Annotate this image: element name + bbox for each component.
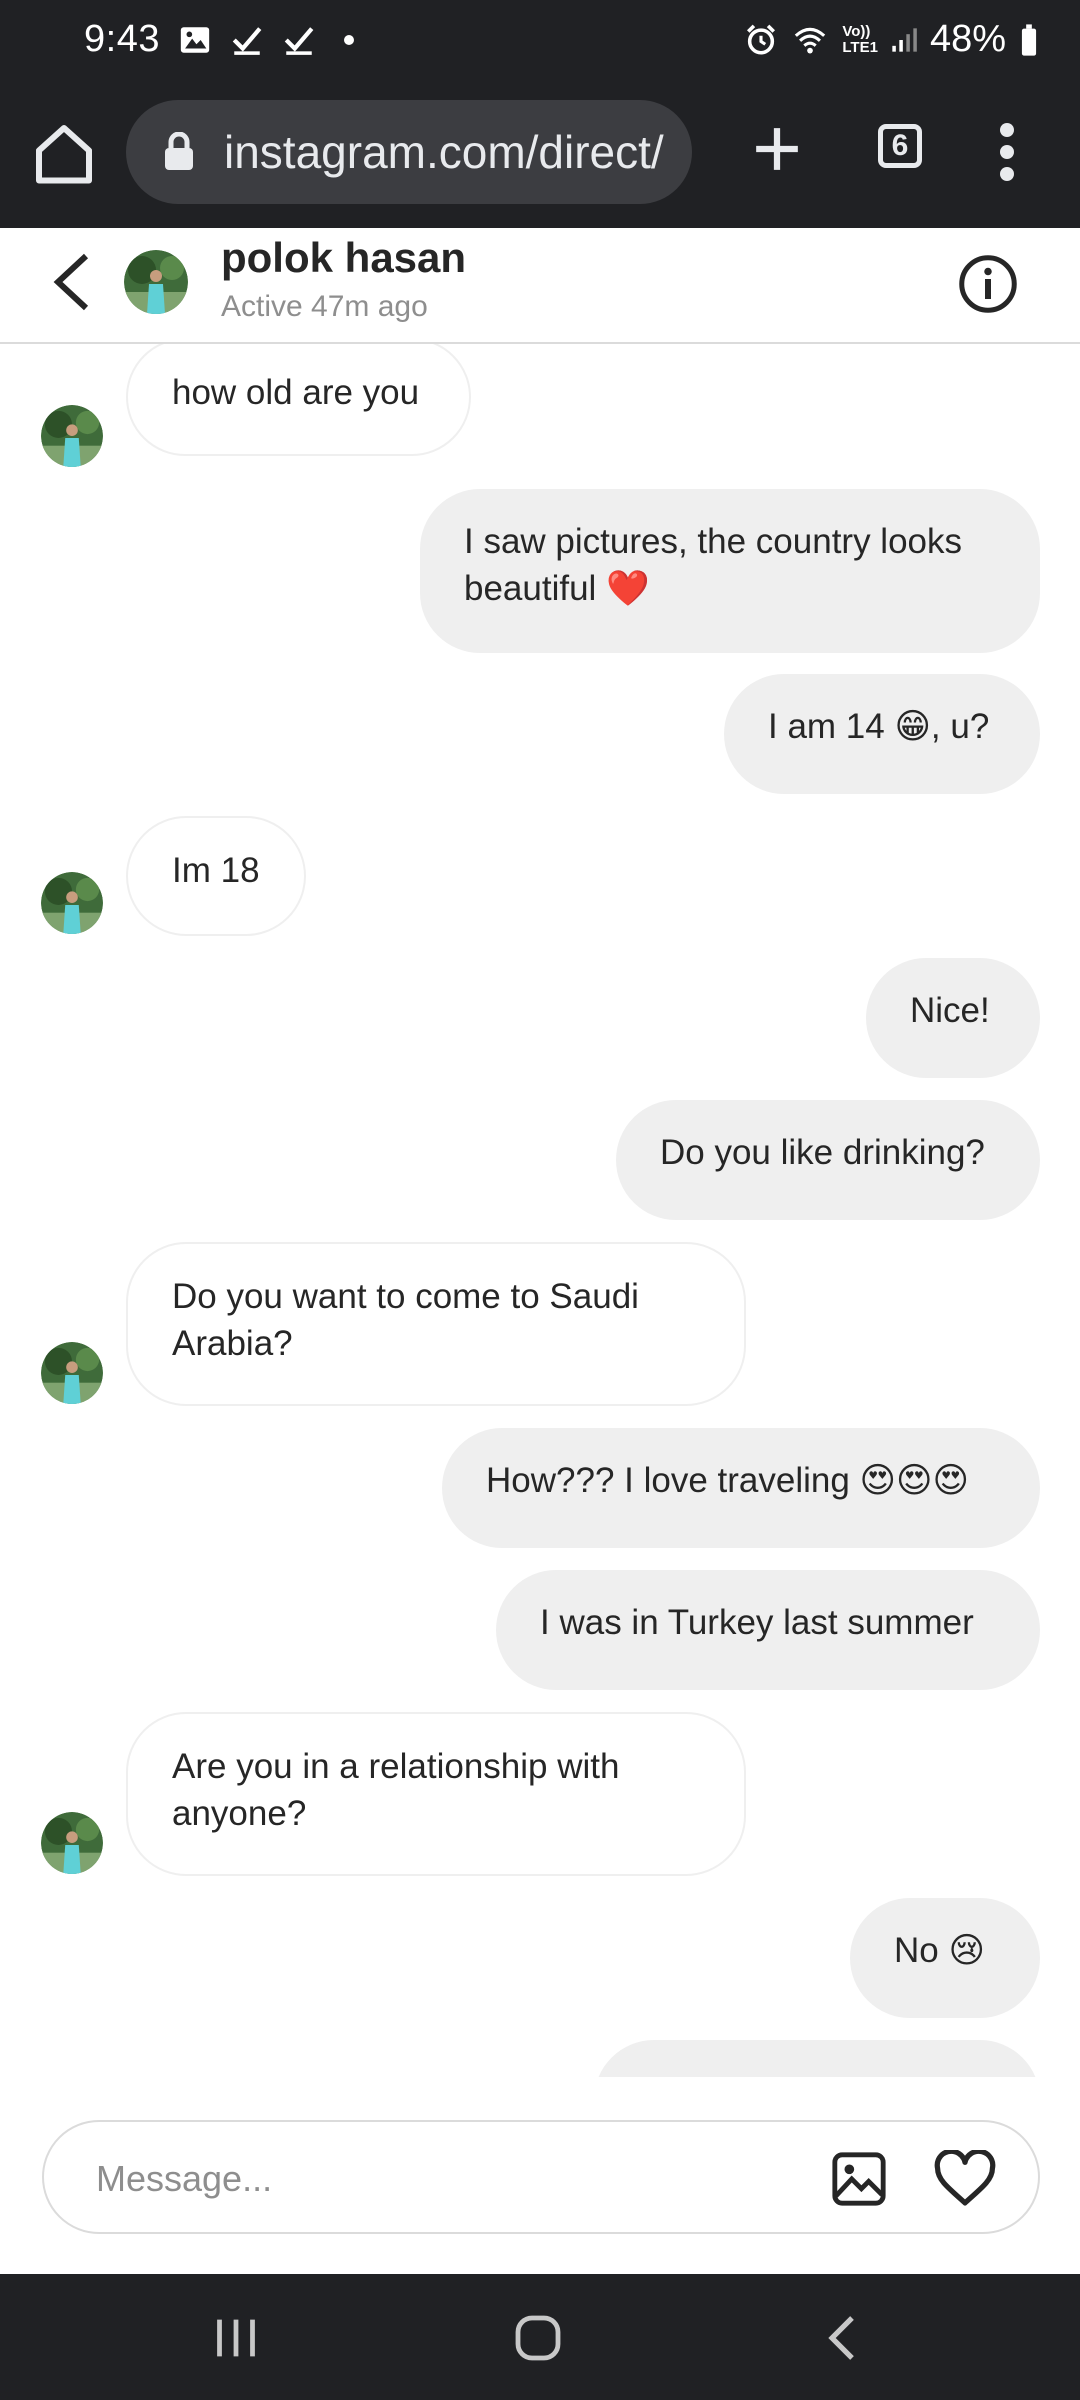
gallery-icon[interactable] — [830, 2150, 888, 2208]
signal-icon — [892, 27, 917, 52]
status-left: 9:43 — [84, 18, 354, 61]
message-composer — [42, 2120, 1040, 2234]
lock-icon — [165, 132, 193, 170]
battery-icon — [1021, 23, 1037, 56]
message-bubble-incoming[interactable]: Im 18 — [126, 816, 306, 936]
info-icon[interactable] — [958, 254, 1018, 314]
alarm-icon — [747, 24, 776, 55]
recents-icon[interactable] — [214, 2316, 258, 2360]
message-bubble-incoming[interactable]: Are you in a relationship with anyone? — [126, 1712, 746, 1876]
avatar[interactable] — [41, 1342, 103, 1404]
message-thread[interactable]: how old are you I saw pictures, the coun… — [0, 344, 1080, 2077]
message-bubble-outgoing[interactable]: No 😢 — [850, 1898, 1040, 2018]
message-bubble-outgoing[interactable]: I am 14 😁, u? — [724, 674, 1040, 794]
message-bubble-outgoing[interactable] — [594, 2040, 1040, 2077]
check-icon — [232, 26, 262, 55]
back-nav-icon[interactable] — [822, 2314, 862, 2362]
avatar[interactable] — [41, 872, 103, 934]
home-nav-icon[interactable] — [514, 2314, 562, 2362]
plus-icon[interactable] — [752, 124, 802, 174]
check-icon — [284, 26, 314, 55]
volte-label: Vo)) — [842, 22, 871, 40]
status-time: 9:43 — [84, 18, 160, 60]
chat-header: polok hasan Active 47m ago — [0, 228, 1080, 344]
avatar[interactable] — [41, 405, 103, 467]
tab-switcher-button[interactable]: 6 — [878, 124, 922, 168]
system-nav-bar — [0, 2274, 1080, 2400]
status-bar: 9:43 Vo)) LTE1 48% — [0, 0, 1080, 78]
volte-icon: Vo)) LTE1 — [842, 22, 878, 56]
browser-toolbar: instagram.com/direct/ 6 — [0, 78, 1080, 228]
more-vert-icon[interactable] — [994, 122, 1020, 182]
back-arrow-icon[interactable] — [52, 252, 92, 312]
gallery-icon — [180, 26, 210, 53]
contact-name[interactable]: polok hasan — [221, 234, 466, 282]
message-bubble-incoming[interactable]: how old are you — [126, 344, 471, 456]
message-bubble-outgoing[interactable]: I was in Turkey last summer — [496, 1570, 1040, 1690]
message-bubble-incoming[interactable]: Do you want to come to Saudi Arabia? — [126, 1242, 746, 1406]
wifi-icon — [795, 27, 826, 53]
message-bubble-outgoing[interactable]: Nice! — [866, 958, 1040, 1078]
heart-icon[interactable] — [934, 2150, 996, 2208]
home-icon[interactable] — [34, 120, 94, 186]
url-bar[interactable]: instagram.com/direct/ — [126, 100, 692, 204]
status-right: Vo)) LTE1 48% — [744, 18, 1040, 61]
avatar[interactable] — [124, 250, 188, 314]
message-bubble-outgoing[interactable]: I saw pictures, the country looks beauti… — [420, 489, 1040, 653]
active-status: Active 47m ago — [221, 290, 428, 323]
message-bubble-outgoing[interactable]: Do you like drinking? — [616, 1100, 1040, 1220]
message-input[interactable] — [94, 2150, 798, 2208]
url-text: instagram.com/direct/ — [224, 126, 664, 178]
message-bubble-outgoing[interactable]: How??? I love traveling 😍😍😍 — [442, 1428, 1040, 1548]
avatar[interactable] — [41, 1812, 103, 1874]
lte-label: LTE1 — [842, 38, 878, 56]
dot-icon — [343, 34, 354, 45]
battery-percent: 48% — [929, 18, 1006, 60]
